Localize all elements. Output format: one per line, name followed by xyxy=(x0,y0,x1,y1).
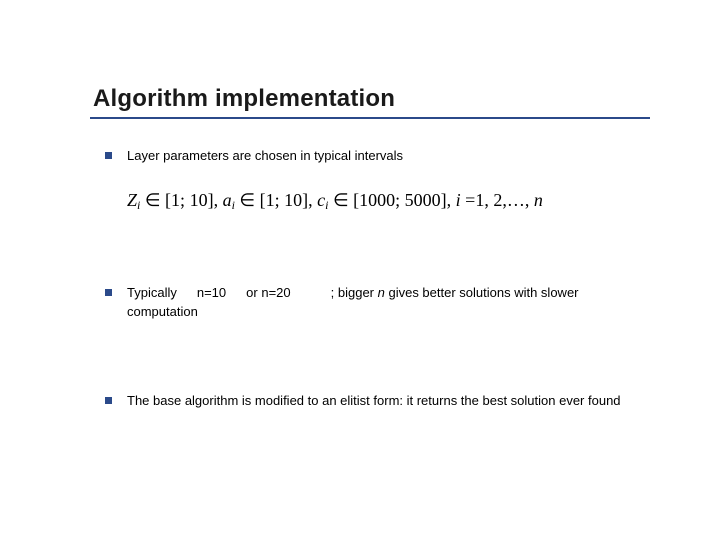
bullet-list-2: Typically n=10 or n=20 ; bigger n gives bet… xyxy=(93,284,670,411)
bullet-2-or: or xyxy=(246,285,258,300)
eq: = xyxy=(465,190,475,211)
bullet-1-text: Layer parameters are chosen in typical i… xyxy=(127,148,403,163)
bullet-2-n20: n=20 xyxy=(261,285,290,300)
slide: Algorithm implementation Layer parameter… xyxy=(0,0,720,540)
bullet-2-rest-a: ; bigger xyxy=(331,285,378,300)
fivethousand: 5000 xyxy=(405,190,441,211)
thousand: 1000 xyxy=(359,190,395,211)
formula-Z-sub: i xyxy=(137,198,140,213)
formula-in-sym-1: ∈ xyxy=(145,190,161,211)
one1: 1 xyxy=(171,190,180,211)
formula-a: a xyxy=(223,190,232,211)
bullet-2-rest-b: gives better solutions with slower xyxy=(385,285,579,300)
formula-Z: Z xyxy=(127,190,137,211)
slide-title: Algorithm implementation xyxy=(93,85,670,113)
formula-a-sub: i xyxy=(232,198,235,213)
formula-n: n xyxy=(534,190,543,211)
two: 2 xyxy=(493,190,502,211)
formula-c-sub: i xyxy=(325,198,328,213)
bullet-1: Layer parameters are chosen in typical i… xyxy=(103,147,670,166)
dots: … xyxy=(507,190,525,211)
bullet-2-pre: Typically xyxy=(127,285,177,300)
formula-in-sym-2: ∈ xyxy=(239,190,255,211)
formula: Zi ∈ [1; 10], ai ∈ [1; 10], ci ∈ [1000; … xyxy=(127,190,670,220)
ten1: 10 xyxy=(190,190,208,211)
bullet-3-text: The base algorithm is modified to an eli… xyxy=(127,393,621,408)
formula-in-sym-3: ∈ xyxy=(333,190,349,211)
ten2: 10 xyxy=(284,190,302,211)
formula-c: c xyxy=(317,190,325,211)
bullet-2: Typically n=10 or n=20 ; bigger n gives bet… xyxy=(103,284,670,322)
one2: 1 xyxy=(266,190,275,211)
title-underline xyxy=(90,117,650,119)
bullet-2-rest-n: n xyxy=(378,285,385,300)
bullet-2-line2: computation xyxy=(127,303,670,322)
bullet-3: The base algorithm is modified to an eli… xyxy=(103,392,670,411)
one3: 1 xyxy=(475,190,484,211)
bullet-list: Layer parameters are chosen in typical i… xyxy=(93,147,670,166)
bullet-2-n10: n=10 xyxy=(197,285,226,300)
